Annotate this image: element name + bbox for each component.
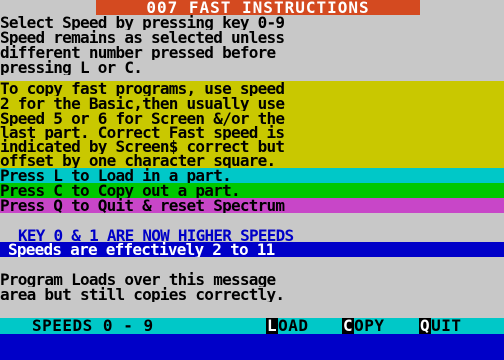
copy-line-6: offset by one character square.: [0, 153, 276, 168]
copy-line-2: 2 for the Basic,then usually use: [0, 96, 285, 111]
speeds-selector[interactable]: SPEEDS 0 - 9: [32, 318, 154, 334]
program-line-2: area but still copies correctly.: [0, 287, 285, 302]
quit-label: UIT: [431, 318, 462, 334]
load-key-instruction: Press L to Load in a part.: [0, 168, 232, 183]
border-strip: [0, 334, 504, 360]
intro-line-4: pressing L or C.: [0, 60, 143, 75]
intro-line-1: Select Speed by pressing key 0-9: [0, 15, 285, 30]
load-button[interactable]: LOAD: [266, 318, 309, 334]
copy-label: OPY: [354, 318, 385, 334]
quit-key-instruction: Press Q to Quit & reset Spectrum: [0, 198, 285, 213]
quit-button[interactable]: QUIT: [419, 318, 462, 334]
program-line-1: Program Loads over this message: [0, 272, 276, 287]
intro-line-3: different number pressed before: [0, 45, 276, 60]
copy-line-3: Speed 5 or 6 for Screen &/or the: [0, 111, 285, 126]
intro-line-2: Speed remains as selected unless: [0, 30, 285, 45]
spectrum-screen: 007 FAST INSTRUCTIONS Select Speed by pr…: [0, 0, 504, 360]
speed-notice-heading: KEY 0 & 1 ARE NOW HIGHER SPEEDS: [18, 228, 294, 243]
copy-button[interactable]: COPY: [342, 318, 385, 334]
speed-notice-range: Speeds are effectively 2 to 11: [8, 242, 275, 257]
menu-row: SPEEDS 0 - 9 LOAD COPY QUIT: [0, 318, 504, 334]
copy-line-5: indicated by Screen$ correct but: [0, 139, 285, 154]
copy-line-4: last part. Correct Fast speed is: [0, 125, 285, 140]
load-label: OAD: [278, 318, 309, 334]
page-title: 007 FAST INSTRUCTIONS: [96, 0, 420, 16]
copy-key-icon: C: [342, 318, 355, 334]
copy-key-instruction: Press C to Copy out a part.: [0, 183, 241, 198]
copy-line-1: To copy fast programs, use speed: [0, 81, 285, 96]
quit-key-icon: Q: [419, 318, 432, 334]
load-key-icon: L: [266, 318, 279, 334]
